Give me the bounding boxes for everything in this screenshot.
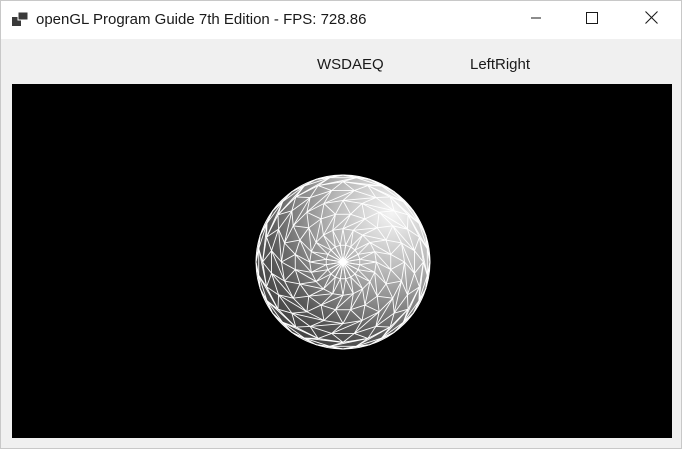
minimize-icon: [530, 11, 542, 29]
wsdaeq-label: WSDAEQ: [317, 56, 384, 73]
leftright-label: LeftRight: [470, 56, 531, 73]
opengl-viewport[interactable]: [12, 84, 672, 438]
wire-edge: [295, 326, 311, 328]
render-canvas: [255, 174, 431, 350]
wire-edge: [375, 196, 391, 198]
minimize-button[interactable]: [513, 1, 559, 39]
wire-edge: [375, 326, 391, 328]
close-button[interactable]: [628, 1, 674, 39]
app-icon[interactable]: [12, 11, 29, 26]
app-window: openGL Program Guide 7th Edition - FPS: …: [0, 0, 682, 449]
wire-edge: [295, 196, 311, 198]
title-bar[interactable]: openGL Program Guide 7th Edition - FPS: …: [1, 1, 681, 39]
maximize-button[interactable]: [569, 1, 615, 39]
close-icon: [644, 11, 658, 29]
wire-edge: [407, 214, 409, 230]
sphere-wireframe: [255, 174, 431, 350]
wire-edge: [277, 294, 279, 310]
wire-edge: [407, 294, 409, 310]
window-title: openGL Program Guide 7th Edition - FPS: …: [36, 11, 367, 28]
wire-edge: [277, 214, 279, 230]
control-hints-bar: WSDAEQ LeftRight: [1, 39, 681, 83]
maximize-icon: [586, 11, 598, 29]
